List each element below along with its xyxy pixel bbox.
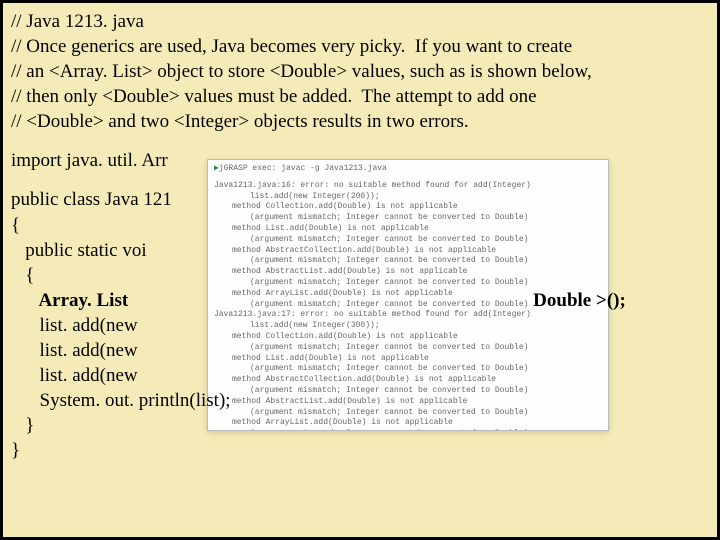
arraylist-decl: Array. List Double >();	[11, 288, 709, 313]
comment-line: // <Double> and two <Integer> objects re…	[11, 109, 709, 134]
brace-close-inner: }	[11, 413, 709, 438]
brace-open-inner: {	[11, 263, 709, 288]
brace-close: }	[11, 438, 709, 463]
comment-line: // then only <Double> values must be add…	[11, 84, 709, 109]
comment-line: // Java 1213. java	[11, 9, 709, 34]
code-panel: // Java 1213. java // Once generics are …	[11, 9, 709, 463]
comment-line: // an <Array. List> object to store <Dou…	[11, 59, 709, 84]
main-line: public static voi	[11, 238, 709, 263]
class-line: public class Java 121	[11, 187, 709, 212]
add-call: list. add(new	[11, 338, 709, 363]
decl-right: Double >();	[533, 290, 626, 311]
add-call: list. add(new	[11, 363, 709, 388]
println-line: System. out. println(list);	[11, 388, 709, 413]
comment-line: // Once generics are used, Java becomes …	[11, 34, 709, 59]
import-line: import java. util. Arr	[11, 148, 709, 173]
decl-left: Array. List	[11, 290, 128, 311]
add-call: list. add(new	[11, 313, 709, 338]
brace-open: {	[11, 213, 709, 238]
